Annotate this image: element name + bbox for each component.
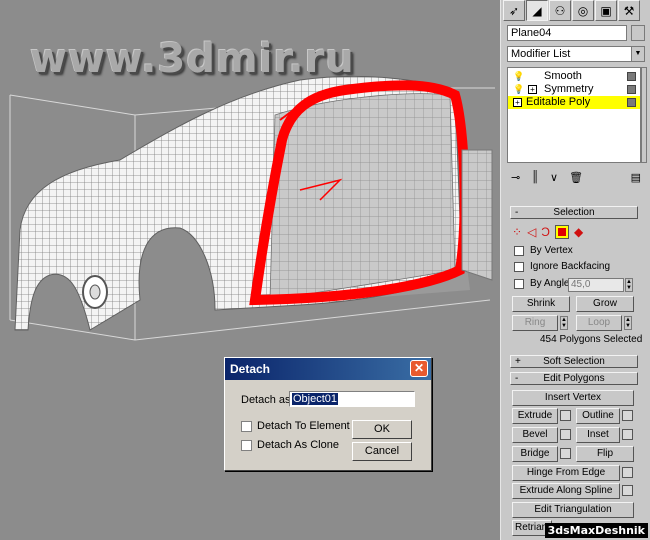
detach-as-value: Object01 [292, 393, 339, 405]
chevron-down-icon: ▼ [631, 47, 644, 61]
by-vertex-label: By Vertex [530, 245, 573, 256]
stack-scrollbar[interactable] [641, 67, 647, 163]
object-color-swatch[interactable] [631, 25, 645, 41]
close-icon[interactable]: ✕ [410, 360, 428, 377]
detach-as-clone-checkbox[interactable] [241, 440, 252, 451]
detach-to-element-checkbox[interactable] [241, 421, 252, 432]
soft-selection-rollout-header[interactable]: + Soft Selection [510, 355, 638, 368]
lightbulb-icon[interactable]: 💡 [513, 83, 524, 96]
edge-icon[interactable]: ◁ [527, 225, 536, 239]
extrude-settings-button[interactable] [560, 410, 571, 421]
inset-button[interactable]: Inset [576, 427, 620, 443]
ok-button[interactable]: OK [352, 420, 412, 439]
toggle-box[interactable] [627, 85, 636, 94]
bridge-settings-button[interactable] [560, 448, 571, 459]
stack-item-symmetry[interactable]: 💡 + Symmetry [508, 83, 640, 96]
stack-toolbar: ⊸ ║ ∨ 🗑 ▤ [507, 167, 645, 187]
detach-as-clone-label: Detach As Clone [257, 439, 339, 451]
detach-to-element-label: Detach To Element [257, 420, 350, 432]
ring-spinner[interactable]: ▲ ▼ [560, 316, 568, 330]
stack-item-smooth[interactable]: 💡 Smooth [508, 70, 640, 83]
inset-settings-button[interactable] [622, 429, 633, 440]
cancel-button[interactable]: Cancel [352, 442, 412, 461]
configure-modifier-sets-icon[interactable]: ▤ [631, 171, 641, 184]
modifier-list-dropdown[interactable]: Modifier List ▼ [507, 46, 645, 62]
bevel-settings-button[interactable] [560, 429, 571, 440]
outline-settings-button[interactable] [622, 410, 633, 421]
toggle-box[interactable] [627, 72, 636, 81]
vertex-icon[interactable]: ⁘ [512, 225, 522, 239]
by-vertex-checkbox[interactable] [514, 246, 524, 256]
edit-polygons-rollout-header[interactable]: - Edit Polygons [510, 372, 638, 385]
grow-button[interactable]: Grow [576, 296, 634, 312]
modifier-stack: 💡 Smooth 💡 + Symmetry + Editable Poly [507, 67, 641, 163]
pin-stack-icon[interactable]: ⊸ [511, 171, 520, 184]
show-end-result-icon[interactable]: ║ [531, 171, 539, 183]
detach-dialog: Detach ✕ Detach as: Object01 Detach To E… [224, 357, 432, 471]
expand-icon[interactable]: + [513, 98, 522, 107]
make-unique-icon[interactable]: ∨ [550, 171, 558, 184]
hierarchy-icon[interactable]: ⚇ [549, 0, 571, 21]
subobject-level-icons: ⁘ ◁ Ɔ ◆ [512, 223, 640, 241]
border-icon[interactable]: Ɔ [541, 225, 550, 239]
modify-icon[interactable]: ◢ [526, 0, 548, 21]
utilities-icon[interactable]: ⚒ [618, 0, 640, 21]
ring-button[interactable]: Ring [512, 315, 558, 331]
create-icon[interactable]: ➶ [503, 0, 525, 21]
loop-spinner[interactable]: ▲ ▼ [624, 316, 632, 330]
polygon-icon[interactable] [554, 225, 569, 239]
ignore-backfacing-checkbox[interactable] [514, 262, 524, 272]
detach-dialog-titlebar[interactable]: Detach ✕ [225, 358, 431, 380]
stack-item-editable-poly[interactable]: + Editable Poly [508, 96, 640, 109]
lightbulb-icon[interactable]: 💡 [513, 70, 524, 83]
angle-spinner[interactable]: ▲ ▼ [625, 278, 633, 292]
extrude-along-spline-settings-button[interactable] [622, 485, 633, 496]
loop-button[interactable]: Loop [576, 315, 622, 331]
remove-modifier-icon[interactable]: 🗑 [569, 171, 583, 184]
object-name-field[interactable]: Plane04 [507, 25, 627, 41]
angle-input[interactable]: 45,0 [568, 278, 624, 292]
selection-rollout-header[interactable]: - Selection [510, 206, 638, 219]
hinge-settings-button[interactable] [622, 467, 633, 478]
modifier-list-label: Modifier List [511, 48, 571, 60]
display-icon[interactable]: ▣ [595, 0, 617, 21]
bridge-button[interactable]: Bridge [512, 446, 558, 462]
bevel-button[interactable]: Bevel [512, 427, 558, 443]
hinge-from-edge-button[interactable]: Hinge From Edge [512, 465, 620, 481]
shrink-button[interactable]: Shrink [512, 296, 570, 312]
command-panel-tabs: ➶ ◢ ⚇ ◎ ▣ ⚒ [503, 0, 640, 22]
toggle-box[interactable] [627, 98, 636, 107]
by-angle-checkbox[interactable] [514, 279, 524, 289]
extrude-along-spline-button[interactable]: Extrude Along Spline [512, 483, 620, 499]
site-watermark: www.3dmir.ru [30, 36, 355, 82]
motion-icon[interactable]: ◎ [572, 0, 594, 21]
author-credit: 3dsMaxDeshnik [544, 523, 648, 538]
detach-dialog-title: Detach [230, 362, 271, 376]
detach-as-label: Detach as: [241, 394, 294, 406]
by-angle-label: By Angle: [530, 278, 573, 289]
selection-status-text: 454 Polygons Selected [540, 334, 643, 345]
insert-vertex-button[interactable]: Insert Vertex [512, 390, 634, 406]
detach-as-input[interactable]: Object01 [289, 391, 415, 407]
edit-triangulation-button[interactable]: Edit Triangulation [512, 502, 634, 518]
expand-icon[interactable]: + [528, 85, 537, 94]
ignore-backfacing-label: Ignore Backfacing [530, 261, 611, 272]
element-icon[interactable]: ◆ [574, 225, 583, 239]
outline-button[interactable]: Outline [576, 408, 620, 424]
extrude-button[interactable]: Extrude [512, 408, 558, 424]
flip-button[interactable]: Flip [576, 446, 634, 462]
